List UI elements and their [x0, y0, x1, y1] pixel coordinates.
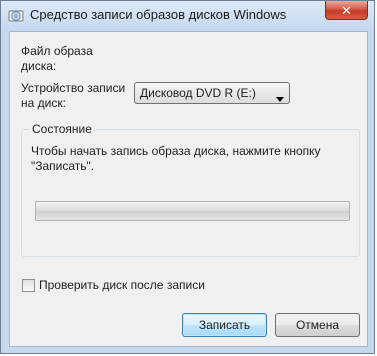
status-group-title: Состояние: [29, 122, 95, 136]
status-message-line1: Чтобы начать запись образа диска, нажмит…: [31, 144, 321, 158]
dialog-window: Средство записи образов дисков Windows ✕…: [0, 0, 375, 354]
device-label-line2: на диск:: [21, 96, 66, 110]
device-select[interactable]: Дисковод DVD R (E:): [134, 82, 290, 104]
image-file-label-line1: Файл образа: [21, 44, 93, 58]
verify-disc-checkbox[interactable]: [22, 279, 35, 292]
title-bar[interactable]: Средство записи образов дисков Windows ✕: [1, 1, 374, 31]
status-message: Чтобы начать запись образа диска, нажмит…: [31, 144, 353, 174]
close-button[interactable]: ✕: [325, 1, 368, 20]
device-select-value: Дисковод DVD R (E:): [140, 86, 256, 100]
cancel-button[interactable]: Отмена: [275, 313, 360, 337]
image-file-label-line2: диска:: [21, 59, 57, 73]
burn-progress-bar: [35, 201, 350, 221]
device-label-line1: Устройство записи: [21, 81, 126, 95]
close-icon: ✕: [341, 2, 352, 18]
disc-burner-icon: [8, 8, 24, 24]
verify-disc-label[interactable]: Проверить диск после записи: [39, 278, 205, 293]
burn-button[interactable]: Записать: [182, 313, 267, 337]
chevron-down-icon: [276, 91, 284, 105]
window-title: Средство записи образов дисков Windows: [30, 7, 287, 22]
dialog-body: Файл образа диска: Устройство записи на …: [9, 31, 368, 347]
status-message-line2: "Записать".: [31, 159, 95, 173]
status-group: Состояние Чтобы начать запись образа дис…: [21, 122, 360, 257]
